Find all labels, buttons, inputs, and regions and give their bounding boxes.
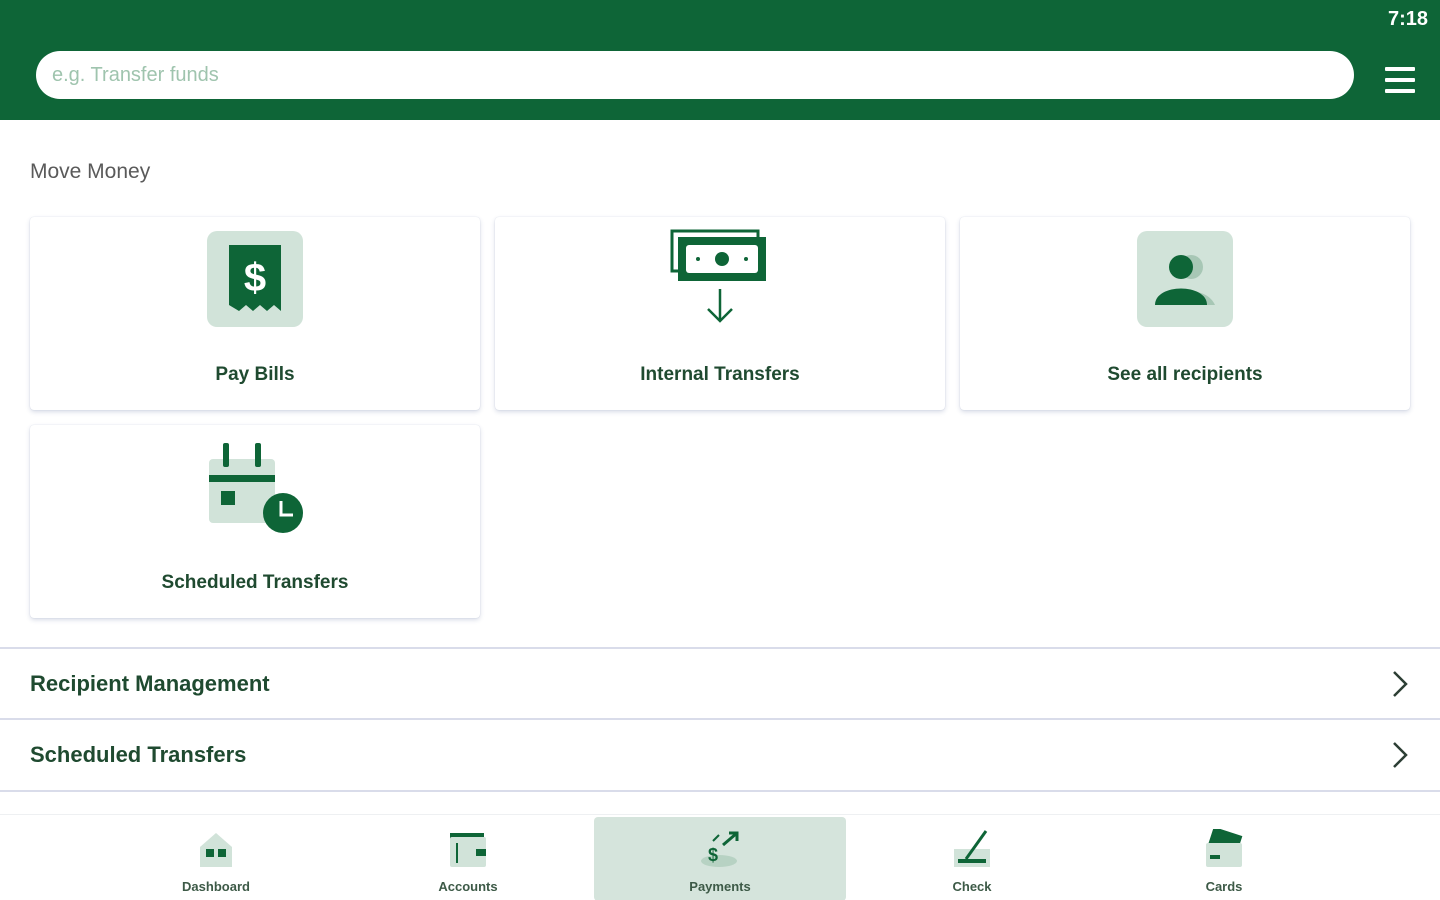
payments-icon: $ (699, 829, 741, 874)
section-title: Move Money (30, 160, 151, 183)
internal-transfers-tile[interactable]: Internal Transfers (495, 217, 945, 410)
check-deposit-icon (952, 829, 992, 874)
bottom-nav: Dashboard Accounts $ Payments Check Card… (0, 814, 1440, 900)
pay-bills-tile[interactable]: $ Pay Bills (30, 217, 480, 410)
home-icon (196, 829, 236, 874)
nav-label: Payments (689, 879, 751, 894)
nav-cards[interactable]: Cards (1098, 817, 1350, 900)
card-icon (1204, 826, 1244, 874)
nav-check[interactable]: Check (846, 817, 1098, 900)
status-time: 7:18 (1387, 8, 1428, 30)
nav-label: Cards (1205, 879, 1243, 894)
receipt-dollar-icon: $ (207, 231, 303, 332)
divider (0, 790, 1440, 814)
row-label: Scheduled Transfers (30, 742, 247, 767)
svg-text:$: $ (244, 256, 266, 300)
search-input[interactable] (36, 51, 1354, 99)
wallet-icon (448, 829, 488, 874)
calendar-clock-icon (205, 439, 305, 544)
nav-label: Check (952, 879, 992, 894)
chevron-right-icon (1390, 669, 1410, 704)
nav-accounts[interactable]: Accounts (342, 817, 594, 900)
hamburger-menu-icon[interactable] (1381, 63, 1419, 97)
recipients-icon (1137, 231, 1233, 332)
see-all-recipients-tile[interactable]: See all recipients (960, 217, 1410, 410)
chevron-right-icon (1390, 740, 1410, 775)
nav-payments[interactable]: $ Payments (594, 817, 846, 900)
tile-label: Internal Transfers (640, 364, 800, 385)
nav-label: Accounts (438, 879, 498, 894)
tile-label: See all recipients (1107, 364, 1263, 385)
row-label: Recipient Management (30, 671, 270, 696)
recipient-management-row[interactable]: Recipient Management (0, 647, 1440, 719)
money-transfer-icon (670, 229, 770, 332)
app-header: 7:18 (0, 0, 1440, 120)
scheduled-transfers-row[interactable]: Scheduled Transfers (0, 718, 1440, 790)
tile-label: Scheduled Transfers (161, 572, 349, 593)
scheduled-transfers-tile[interactable]: Scheduled Transfers (30, 425, 480, 618)
svg-text:$: $ (708, 845, 718, 865)
tile-label: Pay Bills (215, 364, 295, 385)
nav-label: Dashboard (182, 879, 250, 894)
nav-dashboard[interactable]: Dashboard (90, 817, 342, 900)
